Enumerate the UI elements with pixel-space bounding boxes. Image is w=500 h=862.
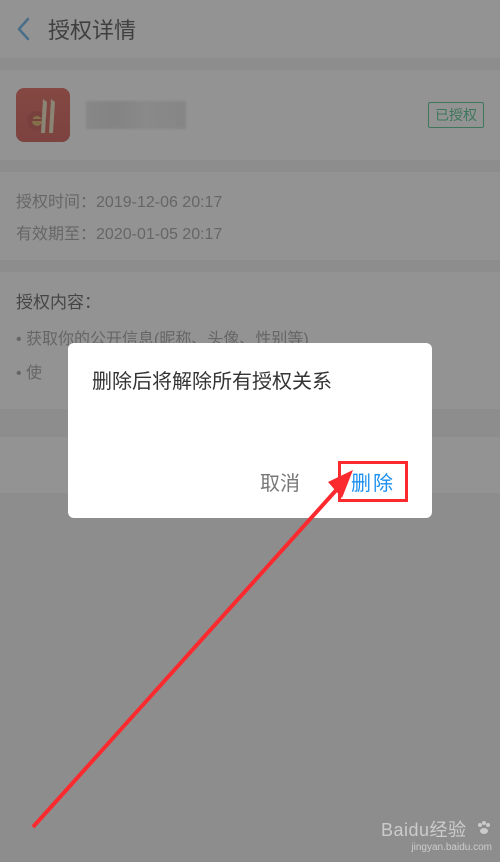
- delete-button[interactable]: 删除: [338, 461, 408, 502]
- watermark-product: 经验: [429, 820, 466, 840]
- dialog-message: 删除后将解除所有授权关系: [92, 367, 408, 397]
- dialog-actions: 取消 删除: [92, 461, 408, 502]
- watermark: Baidu经验 jingyan.baidu.com: [381, 820, 492, 854]
- cancel-button[interactable]: 取消: [252, 463, 308, 500]
- watermark-brand: Baidu: [381, 820, 430, 840]
- paw-icon: [476, 820, 492, 842]
- watermark-logo: Baidu经验: [381, 820, 492, 842]
- watermark-url: jingyan.baidu.com: [381, 842, 492, 854]
- confirm-dialog: 删除后将解除所有授权关系 取消 删除: [68, 343, 432, 518]
